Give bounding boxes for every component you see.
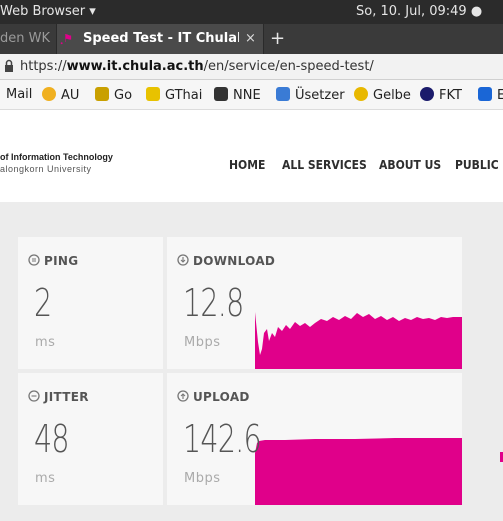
bookmark-label: Gelbe	[373, 88, 411, 103]
ping-icon	[28, 254, 40, 266]
bookmark-label: NNE	[233, 88, 261, 103]
bookmark-usetzer[interactable]: Üsetzer	[276, 87, 345, 103]
bookmark-label: E	[497, 88, 503, 103]
upload-graph	[255, 438, 462, 505]
bookmark-au[interactable]: AU	[42, 87, 79, 103]
bookmark-label: Go	[114, 88, 133, 103]
ping-label-row: PING	[28, 254, 78, 268]
bookmark-label: GThai	[165, 88, 203, 103]
download-graph-area	[255, 312, 462, 369]
upload-label: UPLOAD	[193, 390, 250, 404]
bookmark-gelbe[interactable]: Gelbe	[354, 87, 411, 103]
fkt-icon	[420, 87, 434, 101]
address-bar[interactable]: https://www.it.chula.ac.th/en/service/en…	[0, 54, 503, 80]
site-logo-line1[interactable]: of Information Technology	[0, 152, 113, 162]
url-domain: www.it.chula.ac.th	[66, 59, 204, 74]
upload-value: 142.6	[183, 417, 262, 461]
gthai-icon	[146, 87, 160, 101]
bookmark-label: Mail	[6, 87, 33, 102]
bookmark-label: FKT	[439, 88, 462, 103]
bookmark-fkt[interactable]: FKT	[420, 87, 462, 103]
ping-unit: ms	[35, 335, 56, 350]
download-label-row: DOWNLOAD	[177, 254, 275, 268]
site-logo-line2[interactable]: alongkorn University	[0, 164, 92, 174]
bookmark-go[interactable]: Go	[95, 87, 132, 103]
upload-unit: Mbps	[184, 471, 221, 486]
go-icon	[95, 87, 109, 101]
url-text[interactable]: https://www.it.chula.ac.th/en/service/en…	[20, 59, 374, 74]
upload-card: UPLOAD 142.6 Mbps	[167, 373, 462, 505]
lock-icon	[5, 59, 13, 72]
jitter-unit: ms	[35, 471, 56, 486]
ping-label: PING	[44, 254, 79, 268]
jitter-icon	[28, 390, 40, 402]
download-unit: Mbps	[184, 335, 221, 350]
bookmark-mail[interactable]: Mail	[6, 87, 32, 102]
ping-card: PING 2 ms	[18, 237, 163, 369]
speed-test-area: PING 2 ms DOWNLOAD 12.8 Mbps JITTER 48 m…	[0, 202, 503, 521]
url-path: /en/service/en-speed-test/	[203, 59, 374, 74]
ping-value: 2	[34, 281, 52, 325]
translator-icon	[276, 87, 290, 101]
upload-label-row: UPLOAD	[177, 390, 250, 404]
site-header: of Information Technology alongkorn Univ…	[0, 110, 503, 202]
url-prefix: https://	[20, 59, 67, 74]
jitter-card: JITTER 48 ms	[18, 373, 163, 505]
jitter-label: JITTER	[44, 390, 89, 404]
tab-previous-label: den WK	[0, 31, 51, 46]
download-value: 12.8	[183, 281, 244, 325]
bookmark-gthai[interactable]: GThai	[146, 87, 202, 103]
bookmark-e[interactable]: E	[478, 87, 503, 103]
tab-close-icon[interactable]: ×	[245, 24, 256, 54]
bookmark-label: Üsetzer	[295, 88, 345, 103]
clock[interactable]: So, 10. Jul, 09:49 ●	[356, 4, 482, 19]
upload-arrow-icon	[177, 390, 189, 402]
jitter-value: 48	[34, 417, 70, 461]
e-icon	[478, 87, 492, 101]
bookmarks-toolbar: Mail AU Go GThai NNE Üsetzer Gelbe FKT E	[0, 80, 503, 110]
jitter-label-row: JITTER	[28, 390, 89, 404]
new-tab-button[interactable]: +	[270, 24, 285, 54]
app-menu[interactable]: Web Browser ▾	[0, 4, 96, 19]
gelbe-icon	[354, 87, 368, 101]
nav-about-us[interactable]: ABOUT US	[379, 158, 441, 172]
bookmark-label: AU	[61, 88, 80, 103]
system-top-bar: Web Browser ▾ So, 10. Jul, 09:49 ●	[0, 0, 503, 24]
tab-bar: den WK ฺ⚑ Speed Test - IT Chulalongk × +	[0, 24, 503, 54]
tab-speed-test[interactable]: ฺ⚑ Speed Test - IT Chulalongk ×	[56, 24, 264, 54]
nav-public-relations[interactable]: PUBLIC R	[455, 158, 503, 172]
chula-favicon-icon: ฺ⚑	[63, 32, 73, 45]
bookmark-nne[interactable]: NNE	[214, 87, 261, 103]
au-icon	[42, 87, 56, 101]
download-graph	[255, 312, 462, 369]
nne-icon	[214, 87, 228, 101]
upload-graph-area	[255, 438, 462, 505]
download-label: DOWNLOAD	[193, 254, 276, 268]
tab-speed-test-title: Speed Test - IT Chulalongk	[83, 31, 239, 46]
nav-all-services[interactable]: ALL SERVICES	[282, 158, 367, 172]
download-card: DOWNLOAD 12.8 Mbps	[167, 237, 462, 369]
tab-previous[interactable]: den WK	[0, 24, 56, 54]
nav-home[interactable]: HOME	[229, 158, 265, 172]
download-arrow-icon	[177, 254, 189, 266]
